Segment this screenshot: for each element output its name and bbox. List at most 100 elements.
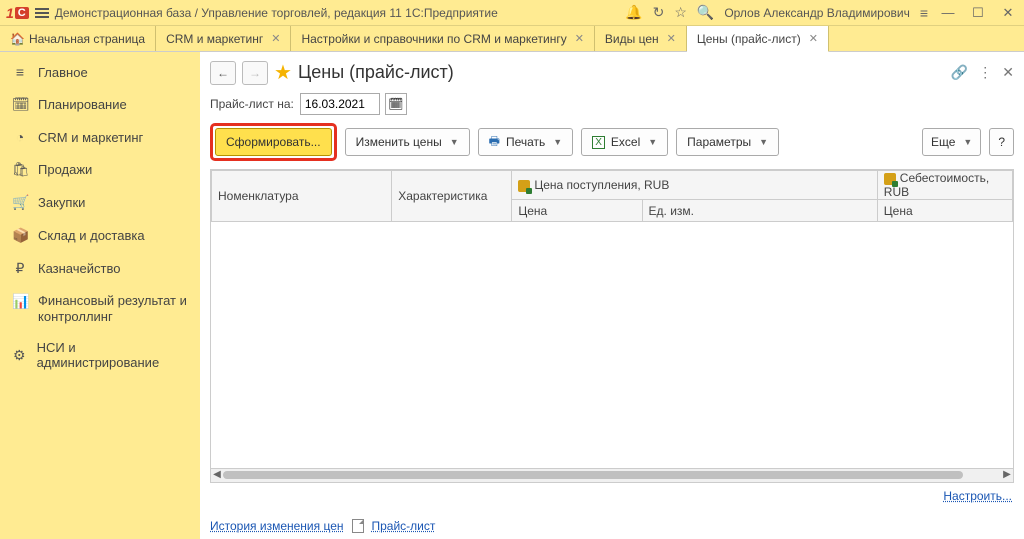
sidebar-item-label: Главное [38, 65, 88, 80]
button-label: Excel [611, 135, 640, 149]
change-prices-button[interactable]: Изменить цены ▼ [345, 128, 470, 156]
star-icon[interactable]: ☆ [674, 4, 687, 21]
tab-crm[interactable]: CRM и маркетинг ✕ [156, 26, 291, 51]
column-price-icon [518, 180, 530, 192]
col-cost[interactable]: Себестоимость, RUB [877, 171, 1012, 200]
excel-button[interactable]: X Excel ▼ [581, 128, 668, 156]
close-icon[interactable]: ✕ [667, 32, 676, 45]
cart-icon: 🛒 [12, 194, 28, 211]
tab-label: Настройки и справочники по CRM и маркети… [301, 32, 566, 46]
toolbar-right: Еще ▼ ? [922, 128, 1014, 156]
maximize-button[interactable]: ☐ [968, 5, 988, 21]
scroll-left-icon[interactable]: ◀ [211, 469, 223, 481]
more-button[interactable]: Еще ▼ [922, 128, 981, 156]
sidebar-item-planning[interactable]: 🗓 Планирование [0, 88, 200, 121]
tab-crm-settings[interactable]: Настройки и справочники по CRM и маркети… [291, 26, 594, 51]
close-icon[interactable]: ✕ [271, 32, 280, 45]
form-button[interactable]: Сформировать... [215, 128, 332, 156]
excel-icon: X [592, 136, 605, 149]
minimize-button[interactable]: — [938, 5, 958, 20]
chart-icon: 📊 [12, 293, 28, 310]
chevron-down-icon: ▼ [648, 137, 657, 147]
col-unit[interactable]: Ед. изм. [642, 200, 877, 222]
search-icon[interactable]: 🔍 [697, 4, 714, 21]
tab-label: Цены (прайс-лист) [697, 32, 801, 46]
params-button[interactable]: Параметры ▼ [676, 128, 779, 156]
tab-prices[interactable]: Цены (прайс-лист) ✕ [687, 26, 829, 52]
app-title: Демонстрационная база / Управление торго… [55, 6, 498, 20]
main-menu-icon[interactable] [35, 8, 49, 18]
home-icon: 🏠 [10, 32, 25, 46]
sidebar-item-label: Склад и доставка [38, 228, 145, 243]
button-label: Сформировать... [226, 135, 321, 149]
pricelist-link[interactable]: Прайс-лист [372, 519, 436, 533]
button-label: Изменить цены [356, 135, 442, 149]
scroll-thumb[interactable] [223, 471, 963, 479]
sidebar-item-label: Казначейство [38, 261, 120, 276]
box-icon: 📦 [12, 227, 28, 244]
tabs-row: 🏠 Начальная страница CRM и маркетинг ✕ Н… [0, 26, 1024, 52]
print-icon: 🖶 [489, 132, 500, 153]
tab-label: CRM и маркетинг [166, 32, 263, 46]
close-icon[interactable]: ✕ [575, 32, 584, 45]
sidebar-item-label: Планирование [38, 97, 127, 112]
nav-forward-button[interactable]: → [242, 61, 268, 85]
toolbar: Сформировать... Изменить цены ▼ 🖶 Печать… [200, 123, 1024, 169]
sidebar-item-label: НСИ и администрирование [37, 340, 188, 370]
kebab-icon[interactable]: ⋮ [978, 64, 992, 81]
date-input[interactable] [300, 93, 380, 115]
sidebar-item-crm[interactable]: ◔ CRM и маркетинг [0, 121, 200, 153]
col-nomenclature[interactable]: Номенклатура [212, 171, 392, 222]
col-price2[interactable]: Цена [877, 200, 1012, 222]
button-label: ? [998, 135, 1005, 149]
sidebar-item-sales[interactable]: 🛍 Продажи [0, 153, 200, 186]
print-button[interactable]: 🖶 Печать ▼ [478, 128, 574, 156]
gear-icon: ⚙ [12, 347, 27, 364]
link-icon[interactable]: 🔗 [951, 64, 968, 81]
page-title: Цены (прайс-лист) [298, 62, 454, 83]
calendar-icon: 🗓 [12, 96, 28, 113]
help-button[interactable]: ? [989, 128, 1014, 156]
table-area: Номенклатура Характеристика Цена поступл… [210, 169, 1014, 483]
history-link[interactable]: История изменения цен [210, 519, 344, 533]
column-price-icon [884, 173, 896, 185]
calendar-picker-icon[interactable]: 🗓 [385, 93, 407, 115]
close-icon[interactable]: ✕ [1002, 64, 1014, 81]
main-header: ← → ★ Цены (прайс-лист) 🔗 ⋮ ✕ [200, 52, 1024, 89]
bell-icon[interactable]: 🔔 [625, 4, 642, 21]
tab-home[interactable]: 🏠 Начальная страница [0, 26, 156, 51]
scroll-right-icon[interactable]: ▶ [1001, 469, 1013, 481]
col-characteristic[interactable]: Характеристика [392, 171, 512, 222]
sidebar-item-treasury[interactable]: ₽ Казначейство [0, 252, 200, 285]
sidebar-item-finance[interactable]: 📊 Финансовый результат и контроллинг [0, 285, 200, 332]
favorite-star-icon[interactable]: ★ [274, 60, 292, 85]
col-price[interactable]: Цена [512, 200, 642, 222]
filter-row: Прайс-лист на: 🗓 [200, 89, 1024, 123]
sidebar-item-purchases[interactable]: 🛒 Закупки [0, 186, 200, 219]
sidebar-item-warehouse[interactable]: 📦 Склад и доставка [0, 219, 200, 252]
price-table: Номенклатура Характеристика Цена поступл… [211, 170, 1013, 222]
sidebar-item-label: CRM и маркетинг [38, 130, 143, 145]
tab-label: Виды цен [605, 32, 659, 46]
main-header-actions: 🔗 ⋮ ✕ [951, 64, 1014, 81]
chevron-down-icon: ▼ [450, 137, 459, 147]
close-button[interactable]: ✕ [998, 5, 1018, 21]
tab-price-types[interactable]: Виды цен ✕ [595, 26, 687, 51]
nav-back-button[interactable]: ← [210, 61, 236, 85]
button-label: Еще [931, 135, 955, 149]
sidebar-item-main[interactable]: ≡ Главное [0, 56, 200, 88]
table-body-empty [211, 222, 1013, 468]
configure-link[interactable]: Настроить... [943, 489, 1012, 503]
piechart-icon: ◔ [12, 129, 28, 145]
bag-icon: 🛍 [12, 161, 28, 178]
history-icon[interactable]: ↻ [653, 4, 665, 21]
col-price-in[interactable]: Цена поступления, RUB [512, 171, 877, 200]
highlight-form-button: Сформировать... [210, 123, 337, 161]
tab-label: Начальная страница [29, 32, 145, 46]
sidebar-item-admin[interactable]: ⚙ НСИ и администрирование [0, 332, 200, 378]
close-icon[interactable]: ✕ [809, 32, 818, 45]
button-label: Параметры [687, 135, 751, 149]
titlebar-left: 1С Демонстрационная база / Управление то… [6, 5, 498, 21]
horizontal-scrollbar[interactable]: ◀ ▶ [211, 468, 1013, 482]
settings-lines-icon[interactable]: ≡ [920, 5, 928, 21]
